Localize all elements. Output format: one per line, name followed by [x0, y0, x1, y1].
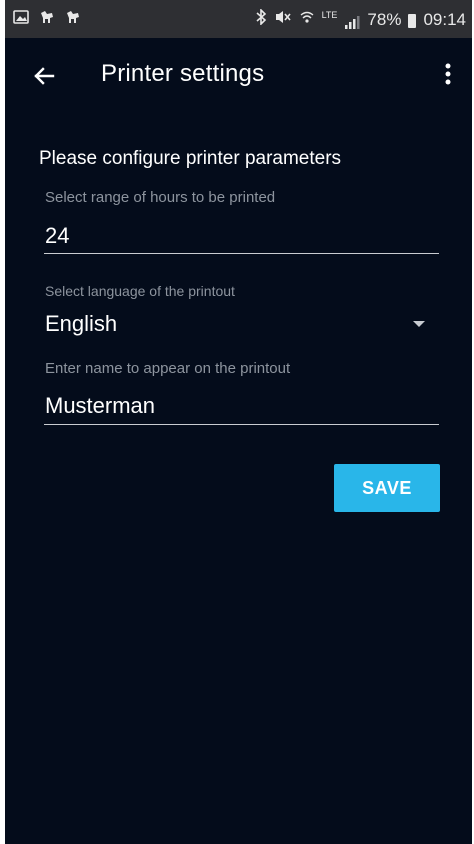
status-bar: LTE 78% 09:14 — [5, 0, 472, 38]
hours-input[interactable]: 24 — [45, 223, 69, 249]
name-input-underline — [44, 424, 439, 425]
battery-percent: 78% — [367, 9, 402, 29]
hours-input-underline — [44, 253, 439, 254]
gallery-notification-icon — [13, 9, 29, 30]
save-button[interactable]: SAVE — [334, 464, 440, 512]
app-screen: LTE 78% 09:14 Printer settings Please co… — [5, 0, 472, 844]
hours-field-label: Select range of hours to be printed — [45, 189, 276, 206]
language-selected-value: English — [45, 311, 118, 336]
status-indicators: LTE 78% 09:14 — [255, 8, 466, 30]
more-vert-icon — [445, 63, 451, 85]
form-heading: Please configure printer parameters — [39, 148, 342, 169]
more-options-button[interactable] — [436, 60, 460, 92]
bluetooth-icon — [255, 8, 267, 30]
signal-icon — [344, 14, 360, 29]
app-toolbar: Printer settings — [5, 38, 472, 114]
arrow-left-icon — [34, 67, 55, 85]
clock-time: 09:14 — [423, 9, 466, 29]
battery-icon — [408, 13, 417, 28]
dropdown-arrow-icon — [413, 321, 425, 327]
name-input[interactable]: Musterman — [45, 393, 155, 419]
app-notification-icon — [65, 9, 81, 30]
page-title: Printer settings — [101, 60, 265, 87]
mute-icon — [274, 9, 292, 30]
status-notifications — [13, 9, 81, 30]
app-notification-icon — [39, 9, 55, 30]
wifi-calling-icon — [299, 9, 315, 30]
back-button[interactable] — [27, 58, 63, 94]
name-field-label: Enter name to appear on the printout — [45, 360, 291, 377]
network-type-label: LTE — [321, 9, 338, 20]
language-dropdown[interactable]: English — [45, 308, 439, 344]
language-field-label: Select language of the printout — [45, 283, 235, 299]
